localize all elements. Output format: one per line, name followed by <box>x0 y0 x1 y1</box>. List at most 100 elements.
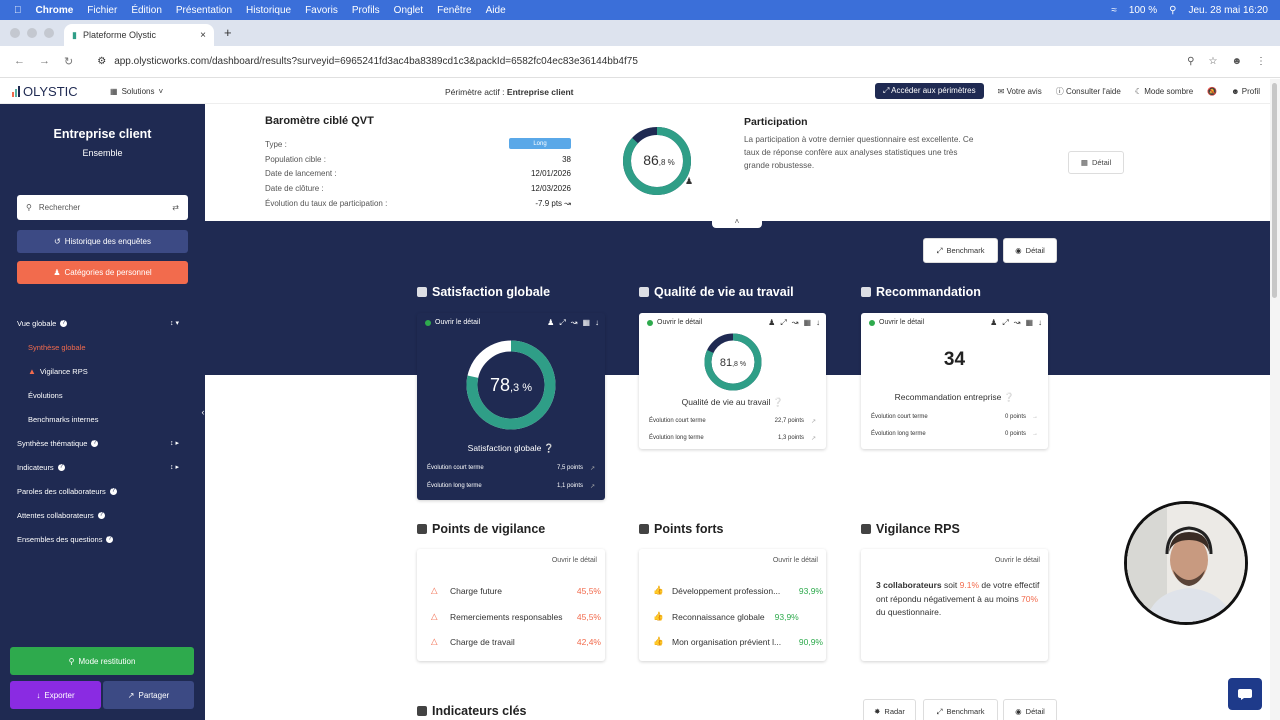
sidebar-item-synthese-thematique[interactable]: Synthèse thématique? ↕ ▸ <box>17 431 187 455</box>
more-icon[interactable]: ⋮ <box>1256 56 1266 67</box>
sort-icon[interactable]: ↕ ▾ <box>170 319 179 327</box>
list-item[interactable]: △ Remerciements responsables 45,5% <box>431 611 601 622</box>
help-icon[interactable]: ? <box>109 487 117 495</box>
menu-edition[interactable]: Édition <box>131 5 162 16</box>
menu-presentation[interactable]: Présentation <box>176 5 232 16</box>
categories-button[interactable]: ♟ Catégories de personnel <box>17 261 188 284</box>
clock[interactable]: Jeu. 28 mai 16:20 <box>1189 5 1269 16</box>
download-icon[interactable]: ↓ <box>1038 318 1042 328</box>
window-controls[interactable] <box>0 28 64 46</box>
open-detail-link[interactable]: Ouvrir le détail <box>869 319 924 326</box>
sidebar-item-evolutions[interactable]: Évolutions <box>17 383 187 407</box>
menu-app[interactable]: Chrome <box>36 5 74 16</box>
participation-detail-button[interactable]: ▦ Détail <box>1068 151 1124 174</box>
menu-favoris[interactable]: Favoris <box>305 5 338 16</box>
chat-button[interactable] <box>1228 678 1262 710</box>
url-text[interactable]: app.olysticworks.com/dashboard/results?s… <box>114 56 638 67</box>
filter-swap-icon[interactable]: ⇄ <box>172 203 179 212</box>
open-detail-link[interactable]: Ouvrir le détail <box>552 557 597 564</box>
sort-icon[interactable]: ↕ ▸ <box>170 463 179 471</box>
help-icon[interactable]: ? <box>91 439 99 447</box>
radar-button[interactable]: ✸ Radar <box>863 699 916 720</box>
menu-fichier[interactable]: Fichier <box>87 5 117 16</box>
sort-icon[interactable]: ↕ ▸ <box>170 439 179 447</box>
open-detail-link[interactable]: Ouvrir le détail <box>425 319 480 326</box>
people-icon[interactable]: ♟ <box>990 318 997 328</box>
detail-button-2[interactable]: ◉ Détail <box>1003 699 1057 720</box>
people-icon[interactable]: ♟ <box>768 318 775 328</box>
menu-fenetre[interactable]: Fenêtre <box>437 5 471 16</box>
benchmark-icon[interactable]: ⤢ <box>780 318 786 328</box>
sidebar-item-indicateurs[interactable]: Indicateurs? ↕ ▸ <box>17 455 187 479</box>
satisfaction-donut: 78,3 % <box>466 340 556 430</box>
new-tab-icon[interactable]: + <box>214 25 242 46</box>
download-icon[interactable]: ↓ <box>816 318 820 328</box>
address-bar[interactable]: ⚙ app.olysticworks.com/dashboard/results… <box>87 51 1187 73</box>
aide-button[interactable]: ⓘ Consulter l'aide <box>1056 86 1121 97</box>
bar-chart-icon[interactable]: ▦ <box>582 318 590 328</box>
sidebar-item-paroles[interactable]: Paroles des collaborateurs? <box>17 479 187 503</box>
bar-chart-icon[interactable]: ▦ <box>803 318 811 328</box>
wifi-icon[interactable]: ≈ <box>1111 5 1117 16</box>
download-icon[interactable]: ↓ <box>595 318 599 328</box>
sidebar-item-synthese-globale[interactable]: Synthèse globale <box>17 335 187 359</box>
list-item[interactable]: 👍 Reconnaissance globale 93,9% <box>653 611 823 622</box>
help-icon[interactable]: ? <box>57 463 65 471</box>
detail-button[interactable]: ◉ Détail <box>1003 238 1057 263</box>
search-icon[interactable]: ⚲ <box>1169 5 1176 16</box>
list-item[interactable]: 👍 Mon organisation prévient l... 90,9% <box>653 636 823 647</box>
forward-icon[interactable]: → <box>39 55 50 68</box>
benchmark-button-2[interactable]: ⤢ Benchmark <box>923 699 998 720</box>
help-icon[interactable]: ? <box>97 511 105 519</box>
site-info-icon[interactable]: ⚙ <box>97 56 106 67</box>
line-chart-icon[interactable]: ↝ <box>571 318 578 328</box>
browser-tab[interactable]: ▮ Plateforme Olystic × <box>64 24 214 46</box>
profil-button[interactable]: ☻ Profil <box>1231 87 1260 96</box>
list-item[interactable]: △ Charge de travail 42,4% <box>431 636 601 647</box>
votre-avis-button[interactable]: ✉ Votre avis <box>998 87 1042 96</box>
open-detail-link[interactable]: Ouvrir le détail <box>995 557 1040 564</box>
collapse-info-icon[interactable]: ˄ <box>712 214 762 228</box>
sidebar-item-attentes[interactable]: Attentes collaborateurs? <box>17 503 187 527</box>
back-icon[interactable]: ← <box>14 55 25 68</box>
benchmark-icon[interactable]: ⤢ <box>1002 318 1008 328</box>
mode-sombre-toggle[interactable]: ☾ Mode sombre <box>1135 87 1193 96</box>
exporter-button[interactable]: ↓ Exporter <box>10 681 101 709</box>
profile-icon[interactable]: ☻ <box>1231 56 1242 67</box>
notifications-off-icon[interactable]: 🔕 <box>1207 87 1217 96</box>
reload-icon[interactable]: ↻ <box>64 55 73 68</box>
menu-onglet[interactable]: Onglet <box>394 5 423 16</box>
olystic-logo[interactable]: OLYSTIC <box>0 84 100 99</box>
historique-button[interactable]: ↺ Historique des enquêtes <box>17 230 188 253</box>
list-item[interactable]: △ Charge future 45,5% <box>431 585 601 596</box>
sidebar-item-ensembles[interactable]: Ensembles des questions? <box>17 527 187 551</box>
sidebar-item-benchmarks[interactable]: Benchmarks internes <box>17 407 187 431</box>
apple-icon[interactable]:  <box>14 5 22 16</box>
acceder-perimetres-button[interactable]: ⤢ Accéder aux périmètres <box>874 83 984 99</box>
benchmark-button[interactable]: ⤢ Benchmark <box>923 238 998 263</box>
line-chart-icon[interactable]: ↝ <box>792 318 799 328</box>
solutions-menu[interactable]: ▦ Solutions ˅ <box>110 87 163 96</box>
battery-label[interactable]: 100 % <box>1129 5 1157 16</box>
open-detail-link[interactable]: Ouvrir le détail <box>647 319 702 326</box>
close-tab-icon[interactable]: × <box>200 30 206 41</box>
mode-restitution-button[interactable]: ⚲ Mode restitution <box>10 647 194 675</box>
partager-button[interactable]: ↗ Partager <box>103 681 194 709</box>
help-icon[interactable]: ? <box>106 535 114 543</box>
help-icon[interactable]: ? <box>60 319 68 327</box>
people-icon[interactable]: ♟ <box>547 318 554 328</box>
bar-chart-icon[interactable]: ▦ <box>1025 318 1033 328</box>
zoom-icon[interactable]: ⚲ <box>1187 56 1194 67</box>
page-scrollbar[interactable] <box>1270 79 1280 720</box>
list-item[interactable]: 👍 Développement profession... 93,9% <box>653 585 823 596</box>
menu-historique[interactable]: Historique <box>246 5 291 16</box>
bookmark-star-icon[interactable]: ☆ <box>1209 56 1218 67</box>
sidebar-item-vue-globale[interactable]: Vue globale? ↕ ▾ <box>17 311 187 335</box>
open-detail-link[interactable]: Ouvrir le détail <box>773 557 818 564</box>
benchmark-icon[interactable]: ⤢ <box>559 318 565 328</box>
menu-aide[interactable]: Aide <box>486 5 506 16</box>
line-chart-icon[interactable]: ↝ <box>1014 318 1021 328</box>
search-input[interactable]: ⚲ Rechercher ⇄ <box>17 195 188 220</box>
sidebar-item-vigilance-rps[interactable]: ▲ Vigilance RPS <box>17 359 187 383</box>
menu-profils[interactable]: Profils <box>352 5 380 16</box>
